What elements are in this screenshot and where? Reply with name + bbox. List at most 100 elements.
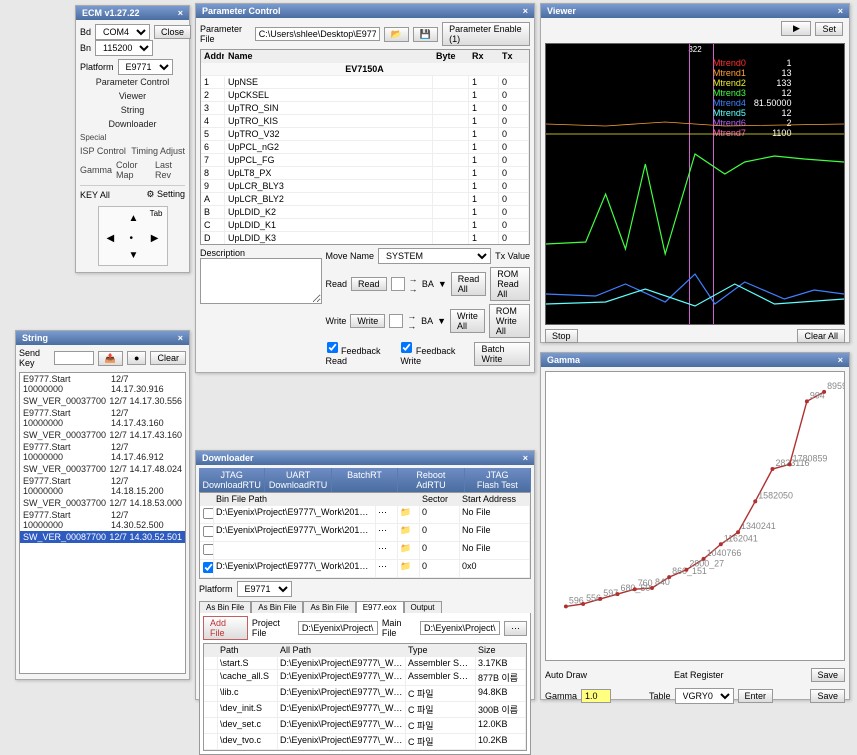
param-row[interactable]: 2UpCKSEL10 <box>201 89 529 102</box>
record-button[interactable]: ● <box>127 351 146 365</box>
isp-link[interactable]: ISP Control <box>80 146 126 156</box>
param-grid[interactable]: AddrNameByteRxTxEV7150A1UpNSE102UpCKSEL1… <box>200 49 530 245</box>
log-row[interactable]: SW_VER_0003770012/7 14.18.53.000 <box>20 497 185 509</box>
nav-param[interactable]: Parameter Control <box>80 75 185 89</box>
addfile-button[interactable]: Add File <box>203 616 248 640</box>
param-row[interactable]: 6UpPCL_nG210 <box>201 141 529 154</box>
clearall-button[interactable]: Clear All <box>797 329 845 343</box>
paramfile-input[interactable] <box>255 27 380 41</box>
param-row[interactable]: BUpLDID_K210 <box>201 206 529 219</box>
viewer-titlebar[interactable]: Viewer × <box>541 4 849 18</box>
lastrev-link[interactable]: Last Rev <box>155 160 185 180</box>
scope-area[interactable]: 322 Mtrend0 1Mtrend1 13Mtrend2 133Mtrend… <box>545 43 845 325</box>
romreadall-button[interactable]: ROM Read All <box>490 267 530 301</box>
platform-select[interactable]: E9771 <box>118 59 173 75</box>
proj-row[interactable]: \dev_set.cD:\Eyenix\Project\E9777\_Work\… <box>204 718 526 734</box>
file-row[interactable]: D:\Eyenix\Project\E9777\_Work\20121129_P… <box>200 560 530 578</box>
fbwrite-check[interactable]: Feedback Write <box>400 341 470 366</box>
table-select[interactable]: VGRY0 <box>675 688 734 704</box>
proj-row[interactable]: \dev_init.SD:\Eyenix\Project\E9777\_Work… <box>204 702 526 718</box>
close-icon[interactable]: × <box>523 6 528 16</box>
nav-pad[interactable]: Tab ▲ ◀ ▶ ▼ • <box>98 206 168 266</box>
param-row[interactable]: 4UpTRO_KIS10 <box>201 115 529 128</box>
romwriteall-button[interactable]: ROM Write All <box>489 304 530 338</box>
log-row[interactable]: E9777.Start 1000000012/7 14.18.15.200 <box>20 475 185 497</box>
log-row[interactable]: E9777.Start 1000000012/7 14.17.43.160 <box>20 407 185 429</box>
param-row[interactable]: 1UpNSE10 <box>201 76 529 89</box>
gamma-link[interactable]: Gamma <box>80 165 112 175</box>
send-button[interactable]: 📤 <box>98 351 123 366</box>
file-row[interactable]: ⋯📁0No File <box>200 542 530 560</box>
save-icon[interactable]: 💾 <box>413 27 438 42</box>
projfile-input[interactable] <box>298 621 378 635</box>
proj-row[interactable]: \lib.cD:\Eyenix\Project\E9777\_Work\2112… <box>204 686 526 702</box>
arrow-down-icon[interactable]: ▼ <box>129 250 139 261</box>
close-icon[interactable]: × <box>178 333 183 343</box>
file-row[interactable]: D:\Eyenix\Project\E9777\_Work\20121114_C… <box>200 506 530 524</box>
down-hdr-cell[interactable]: UARTDownloadRTU <box>265 468 331 492</box>
tab[interactable]: As Bin File <box>303 601 355 613</box>
gamma-save-button-2[interactable]: Save <box>810 689 845 703</box>
gamma-input[interactable] <box>581 689 611 703</box>
close-icon[interactable]: × <box>523 453 528 463</box>
tab[interactable]: E977.eox <box>356 601 404 613</box>
down-header[interactable]: JTAGDownloadRTUUARTDownloadRTUBatchRTReb… <box>199 468 531 492</box>
read-n1[interactable] <box>391 277 405 291</box>
log-row[interactable]: SW_VER_0003770012/7 14.17.43.160 <box>20 429 185 441</box>
desc-input[interactable] <box>200 258 322 304</box>
write-button[interactable]: Write <box>350 314 385 328</box>
arrow-right-icon[interactable]: ▶ <box>151 233 159 244</box>
batch-button[interactable]: Batch Write <box>474 342 530 366</box>
log-row[interactable]: E9777.Start 1000000012/7 14.17.46.912 <box>20 441 185 463</box>
gamma-plot[interactable]: 596556597680_50760840860_1512900_2710407… <box>545 371 845 661</box>
gamma-save-button[interactable]: Save <box>811 668 846 682</box>
down-hdr-cell[interactable]: JTAGDownloadRTU <box>199 468 265 492</box>
down-hdr-cell[interactable]: RebootAdRTU <box>398 468 464 492</box>
log-row[interactable]: SW_VER_0003770012/7 14.17.30.556 <box>20 395 185 407</box>
writeall-button[interactable]: Write All <box>450 309 485 333</box>
param-row[interactable]: 7UpPCL_FG10 <box>201 154 529 167</box>
file-row[interactable]: D:\Eyenix\Project\E9777\_Work\20121114_C… <box>200 524 530 542</box>
fbread-check[interactable]: Feedback Read <box>326 341 397 366</box>
stop-button[interactable]: Stop <box>545 329 578 343</box>
mainfile-input[interactable] <box>420 621 500 635</box>
setting-link[interactable]: ⚙ Setting <box>146 189 185 200</box>
close-button[interactable]: Close <box>154 25 191 39</box>
down-hdr-cell[interactable]: JTAGFlash Test <box>465 468 531 492</box>
tab[interactable]: As Bin File <box>251 601 303 613</box>
param-row[interactable]: 5UpTRO_V3210 <box>201 128 529 141</box>
down-proj-grid[interactable]: PathAll PathTypeSize\start.SD:\Eyenix\Pr… <box>203 643 527 751</box>
log-row[interactable]: SW_VER_0008770012/7 14.30.52.501 <box>20 531 185 543</box>
open-icon[interactable]: 📂 <box>384 27 409 42</box>
close-icon[interactable]: × <box>838 6 843 16</box>
ecm-titlebar[interactable]: ECM v1.27.22 × <box>76 6 189 20</box>
set-button[interactable]: Set <box>815 22 843 36</box>
down-hdr-cell[interactable]: BatchRT <box>332 468 398 492</box>
arrow-left-icon[interactable]: ◀ <box>107 233 115 244</box>
param-row[interactable]: DUpLDID_K310 <box>201 232 529 245</box>
read-button[interactable]: Read <box>351 277 387 291</box>
arrow-up-icon[interactable]: ▲ <box>129 213 139 224</box>
nav-string[interactable]: String <box>80 103 185 117</box>
param-row[interactable]: AUpLCR_BLY210 <box>201 193 529 206</box>
down-titlebar[interactable]: Downloader × <box>196 451 534 465</box>
log-row[interactable]: SW_VER_0003770012/7 14.17.48.024 <box>20 463 185 475</box>
param-row[interactable]: 3UpTRO_SIN10 <box>201 102 529 115</box>
move-select[interactable]: SYSTEM <box>378 248 491 264</box>
tab[interactable]: As Bin File <box>199 601 251 613</box>
nav-viewer[interactable]: Viewer <box>80 89 185 103</box>
sendkey-input[interactable] <box>54 351 94 365</box>
readall-button[interactable]: Read All <box>451 272 487 296</box>
string-titlebar[interactable]: String × <box>16 331 189 345</box>
param-row[interactable]: CUpLDID_K110 <box>201 219 529 232</box>
nav-downloader[interactable]: Downloader <box>80 117 185 131</box>
bn-select[interactable]: 115200 <box>95 40 153 56</box>
gamma-titlebar[interactable]: Gamma × <box>541 353 849 367</box>
param-enable-button[interactable]: Parameter Enable (1) <box>442 22 530 46</box>
param-titlebar[interactable]: Parameter Control × <box>196 4 534 18</box>
write-n1[interactable] <box>389 314 403 328</box>
play-button[interactable]: ▶ <box>781 21 811 36</box>
param-row[interactable]: 8UpLT8_PX10 <box>201 167 529 180</box>
close-icon[interactable]: × <box>838 355 843 365</box>
clear-button[interactable]: Clear <box>150 351 186 365</box>
